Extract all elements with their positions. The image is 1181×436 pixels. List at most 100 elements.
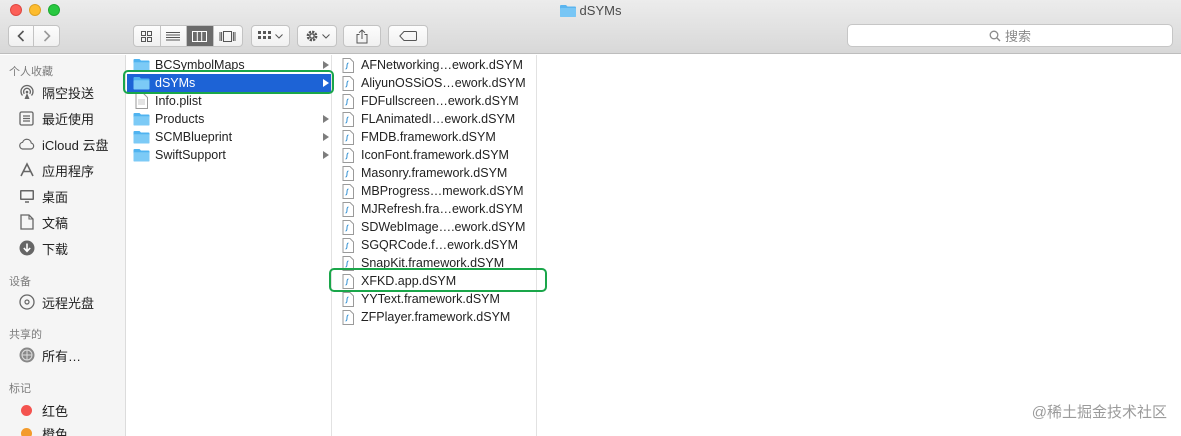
list-item-dsym[interactable]: Masonry.framework.dSYM (333, 164, 536, 182)
list-item-label: IconFont.framework.dSYM (361, 148, 509, 162)
devices-header: 设备 (9, 276, 31, 288)
applications-icon (18, 162, 35, 179)
tag-dot-icon (18, 425, 35, 436)
list-item-label: FLAnimatedI…ework.dSYM (361, 112, 516, 126)
list-item-info-plist[interactable]: Info.plist (127, 92, 331, 110)
sidebar-item-label: 最近使用 (42, 111, 95, 127)
list-item-dsym[interactable]: AliyunOSSiOS…ework.dSYM (333, 74, 536, 92)
action-button[interactable] (297, 25, 337, 47)
dsym-file-icon (339, 57, 356, 73)
sidebar-item-icloud[interactable]: iCloud 云盘 (18, 134, 108, 154)
document-file-icon (133, 93, 150, 109)
list-icon (166, 31, 181, 40)
disc-icon (18, 294, 35, 311)
folder-icon (133, 147, 150, 163)
recents-icon (18, 110, 35, 127)
edit-tags-button[interactable] (388, 25, 428, 47)
sidebar-item-label: 所有… (42, 348, 82, 364)
column-browser-2: AFNetworking…ework.dSYM AliyunOSSiOS…ewor… (333, 55, 537, 436)
list-item-dsym[interactable]: SGQRCode.f…ework.dSYM (333, 236, 536, 254)
list-item-label: SDWebImage….ework.dSYM (361, 220, 526, 234)
folder-icon (133, 111, 150, 127)
dsym-file-icon (339, 309, 356, 325)
cloud-icon (18, 136, 35, 153)
dsym-file-icon (339, 183, 356, 199)
gear-icon (306, 30, 317, 42)
sidebar-item-tag-orange[interactable]: 橙色 (18, 423, 68, 436)
sidebar-item-documents[interactable]: 文稿 (18, 212, 68, 232)
back-button[interactable] (9, 26, 34, 46)
list-view-button[interactable] (161, 26, 188, 46)
sidebar-item-label: 下载 (42, 241, 69, 257)
highlight-box-dsyms (123, 70, 334, 94)
list-item-dsym[interactable]: IconFont.framework.dSYM (333, 146, 536, 164)
back-forward-control (8, 25, 60, 47)
column-browser-3 (538, 55, 1181, 436)
list-item-dsym[interactable]: MJRefresh.fra…ework.dSYM (333, 200, 536, 218)
list-item-label: SwiftSupport (155, 148, 226, 162)
dsym-file-icon (339, 237, 356, 253)
folder-icon (133, 129, 150, 145)
list-item-dsym[interactable]: FMDB.framework.dSYM (333, 128, 536, 146)
sidebar-item-remote-disc[interactable]: 远程光盘 (18, 292, 94, 312)
airdrop-icon (18, 84, 35, 101)
list-item-label: FDFullscreen…ework.dSYM (361, 94, 519, 108)
list-item-dsym[interactable]: MBProgress…mework.dSYM (333, 182, 536, 200)
sidebar-item-desktop[interactable]: 桌面 (18, 186, 68, 206)
list-item-dsym[interactable]: SDWebImage….ework.dSYM (333, 218, 536, 236)
list-item-swiftsupport[interactable]: SwiftSupport (127, 146, 331, 164)
dsym-file-icon (339, 201, 356, 217)
sidebar-item-applications[interactable]: 应用程序 (18, 160, 94, 180)
sidebar-item-airdrop[interactable]: 隔空投送 (18, 82, 94, 102)
sidebar-item-label: 红色 (42, 403, 69, 419)
network-icon (18, 347, 35, 364)
list-item-dsym[interactable]: FDFullscreen…ework.dSYM (333, 92, 536, 110)
sidebar: 个人收藏 隔空投送 最近使用 iCloud 云盘 应用程序 桌面 文稿 下载 设… (0, 55, 126, 436)
desktop-icon (18, 188, 35, 205)
search-icon (989, 30, 1001, 41)
list-item-label: Masonry.framework.dSYM (361, 166, 508, 180)
dsym-file-icon (339, 111, 356, 127)
list-item-products[interactable]: Products (127, 110, 331, 128)
forward-button[interactable] (34, 26, 59, 46)
chevron-down-icon (321, 33, 330, 39)
list-item-label: FMDB.framework.dSYM (361, 130, 496, 144)
highlight-box-xfkd (329, 268, 547, 292)
search-field[interactable]: 搜索 (847, 24, 1173, 47)
disclosure-arrow-icon (323, 133, 329, 141)
icon-view-button[interactable] (134, 26, 161, 46)
group-by-button[interactable] (251, 25, 290, 47)
dsym-file-icon (339, 219, 356, 235)
search-placeholder: 搜索 (1004, 29, 1031, 44)
chevron-left-icon (17, 30, 25, 42)
list-item-dsym[interactable]: AFNetworking…ework.dSYM (333, 56, 536, 74)
sidebar-item-label: iCloud 云盘 (42, 137, 109, 153)
list-item-label: ZFPlayer.framework.dSYM (361, 310, 511, 324)
sidebar-item-all-shared[interactable]: 所有… (18, 345, 81, 365)
share-button[interactable] (343, 25, 381, 47)
sidebar-item-recents[interactable]: 最近使用 (18, 108, 94, 128)
list-item-dsym[interactable]: ZFPlayer.framework.dSYM (333, 308, 536, 326)
sidebar-item-downloads[interactable]: 下载 (18, 238, 68, 258)
dsym-file-icon (339, 75, 356, 91)
disclosure-arrow-icon (323, 151, 329, 159)
dsym-file-icon (339, 129, 356, 145)
list-item-label: Products (155, 112, 205, 126)
gallery-view-button[interactable] (214, 26, 242, 46)
chevron-down-icon (275, 33, 283, 39)
sidebar-item-label: 远程光盘 (42, 295, 95, 311)
tag-dot-icon (18, 402, 35, 419)
column-browser-1: BCSymbolMaps dSYMs Info.plist Products S… (127, 55, 332, 436)
favorites-header: 个人收藏 (9, 66, 53, 78)
sidebar-item-tag-red[interactable]: 红色 (18, 400, 68, 420)
watermark: @稀土掘金技术社区 (1031, 404, 1167, 421)
column-view-button[interactable] (187, 26, 214, 46)
list-item-dsym[interactable]: FLAnimatedI…ework.dSYM (333, 110, 536, 128)
list-item-label: AliyunOSSiOS…ework.dSYM (361, 76, 526, 90)
list-item-scmblueprint[interactable]: SCMBlueprint (127, 128, 331, 146)
title-bar: dSYMs 搜索 (0, 0, 1181, 54)
list-item-label: SCMBlueprint (155, 130, 233, 144)
columns-icon (192, 30, 208, 42)
sidebar-item-label: 桌面 (42, 189, 69, 205)
list-item-dsym[interactable]: YYText.framework.dSYM (333, 290, 536, 308)
